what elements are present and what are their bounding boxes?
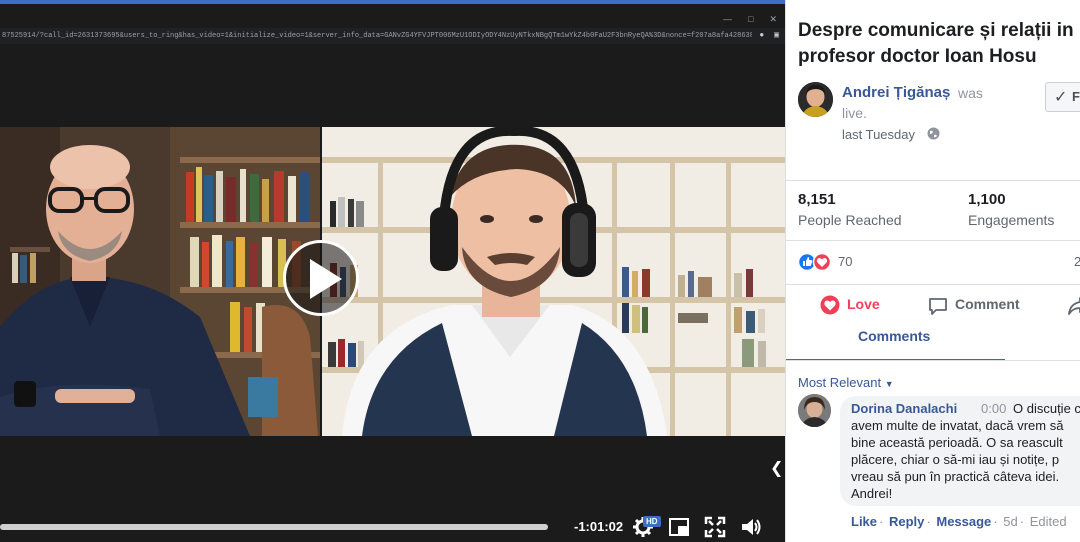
comment-button[interactable]: Comment xyxy=(928,292,1058,318)
address-bar-icons: ● ▣ xyxy=(759,28,779,44)
progress-bar[interactable] xyxy=(0,524,548,530)
people-reached-value: 8,151 xyxy=(798,191,836,208)
post-timestamp[interactable]: last Tuesday xyxy=(842,127,915,142)
comment-text-line: vreau să pun în practică câteva idei. xyxy=(851,469,1060,484)
video-controls: -1:01:02 HD xyxy=(0,508,785,542)
address-bar[interactable]: 87525914/?call_id=2631373695&users_to_ri… xyxy=(0,28,785,44)
was-text: was xyxy=(958,85,983,101)
progress-fill xyxy=(0,524,548,530)
comment-video-timestamp-link[interactable]: 0:00 xyxy=(981,401,1006,416)
share-button[interactable] xyxy=(1068,292,1080,318)
post-title: Despre comunicare și relații in profesor… xyxy=(798,18,1080,70)
comment-text-line: O discuție c xyxy=(1013,401,1080,416)
fullscreen-icon[interactable] xyxy=(704,516,726,538)
love-button[interactable]: Love xyxy=(820,292,920,318)
commenter-avatar-image xyxy=(798,394,831,427)
live-text: live. xyxy=(842,105,867,121)
comment-reply-link[interactable]: Reply xyxy=(889,514,924,529)
minimize-icon[interactable]: — xyxy=(723,14,732,25)
tab-comments[interactable]: Comments xyxy=(858,328,930,344)
comment-edited-label: Edited xyxy=(1029,514,1067,529)
close-icon[interactable]: ✕ xyxy=(769,14,777,25)
comment-text-line: Andrei! xyxy=(851,486,893,501)
commenter-avatar[interactable] xyxy=(798,394,831,427)
speech-bubble-icon xyxy=(929,298,947,315)
divider xyxy=(786,360,1080,361)
post-title-line-2: profesor doctor Ioan Hosu xyxy=(798,46,1037,67)
volume-icon[interactable] xyxy=(740,516,762,538)
video-player[interactable]: — □ ✕ 87525914/?call_id=2631373695&users… xyxy=(0,0,785,542)
divider xyxy=(786,240,1080,241)
comment-sort-dropdown[interactable]: Most Relevant ▼ xyxy=(798,375,894,390)
share-arrow-icon xyxy=(1068,297,1080,315)
time-remaining: -1:01:02 xyxy=(574,519,624,534)
post-title-line-1: Despre comunicare și relații in xyxy=(798,20,1074,41)
comment-message-link[interactable]: Message xyxy=(936,514,991,529)
love-button-label: Love xyxy=(847,296,880,312)
participant-video-left xyxy=(0,127,320,436)
picture-in-picture-icon[interactable] xyxy=(668,516,690,538)
participant-right-image xyxy=(322,127,785,436)
chevron-left-icon[interactable]: ❮ xyxy=(770,458,783,478)
share-count-partial[interactable]: 2 xyxy=(1074,254,1080,269)
checkmark-icon: ✓ xyxy=(1054,89,1068,106)
divider xyxy=(786,180,1080,181)
comment-text-line: plăcere, chiar o să-mi iau și notițe, p xyxy=(851,452,1060,467)
engagements-value: 1,100 xyxy=(968,191,1006,208)
comment-text-line: avem multe de invatat, dacă vrem să xyxy=(851,418,1064,433)
screen: — □ ✕ 87525914/?call_id=2631373695&users… xyxy=(0,0,1080,542)
engagements-label: Engagements xyxy=(968,212,1055,228)
follow-button-label: F xyxy=(1072,89,1080,104)
divider xyxy=(786,284,1080,285)
post-sidebar: Despre comunicare și relații in profesor… xyxy=(785,0,1080,542)
comment-button-label: Comment xyxy=(955,296,1020,312)
heart-icon xyxy=(820,295,840,315)
lock-icon[interactable]: ● xyxy=(759,28,764,44)
globe-icon xyxy=(927,127,940,140)
window-top-strip xyxy=(0,0,785,4)
reaction-count[interactable]: 70 xyxy=(838,254,852,269)
caret-down-icon: ▼ xyxy=(884,379,894,389)
participant-left-image xyxy=(0,127,320,436)
comment-text-line: bine această perioadă. O sa reascult xyxy=(851,435,1063,450)
comment-age[interactable]: 5d xyxy=(1003,514,1017,529)
window-controls: — □ ✕ xyxy=(723,14,777,25)
comment-actions: Like · Reply · Message · 5d · Edited xyxy=(851,514,1067,529)
participant-video-right xyxy=(322,127,785,436)
comment-like-link[interactable]: Like xyxy=(851,514,877,529)
follow-button[interactable]: ✓ F xyxy=(1045,82,1080,112)
comment-sort-label: Most Relevant xyxy=(798,375,882,390)
hd-badge: HD xyxy=(643,516,661,527)
url-text: 87525914/?call_id=2631373695&users_to_ri… xyxy=(2,32,752,40)
page-icon[interactable]: ▣ xyxy=(774,28,779,44)
author-avatar-image xyxy=(798,82,833,117)
restore-icon[interactable]: □ xyxy=(748,14,753,25)
reaction-icons[interactable] xyxy=(798,252,838,272)
comment-author-link[interactable]: Dorina Danalachi xyxy=(851,401,957,416)
play-icon xyxy=(310,259,342,299)
author-name-link[interactable]: Andrei Țigănaș xyxy=(842,84,950,101)
people-reached-label: People Reached xyxy=(798,212,902,228)
author-avatar[interactable] xyxy=(798,82,833,117)
play-button[interactable] xyxy=(283,240,359,316)
